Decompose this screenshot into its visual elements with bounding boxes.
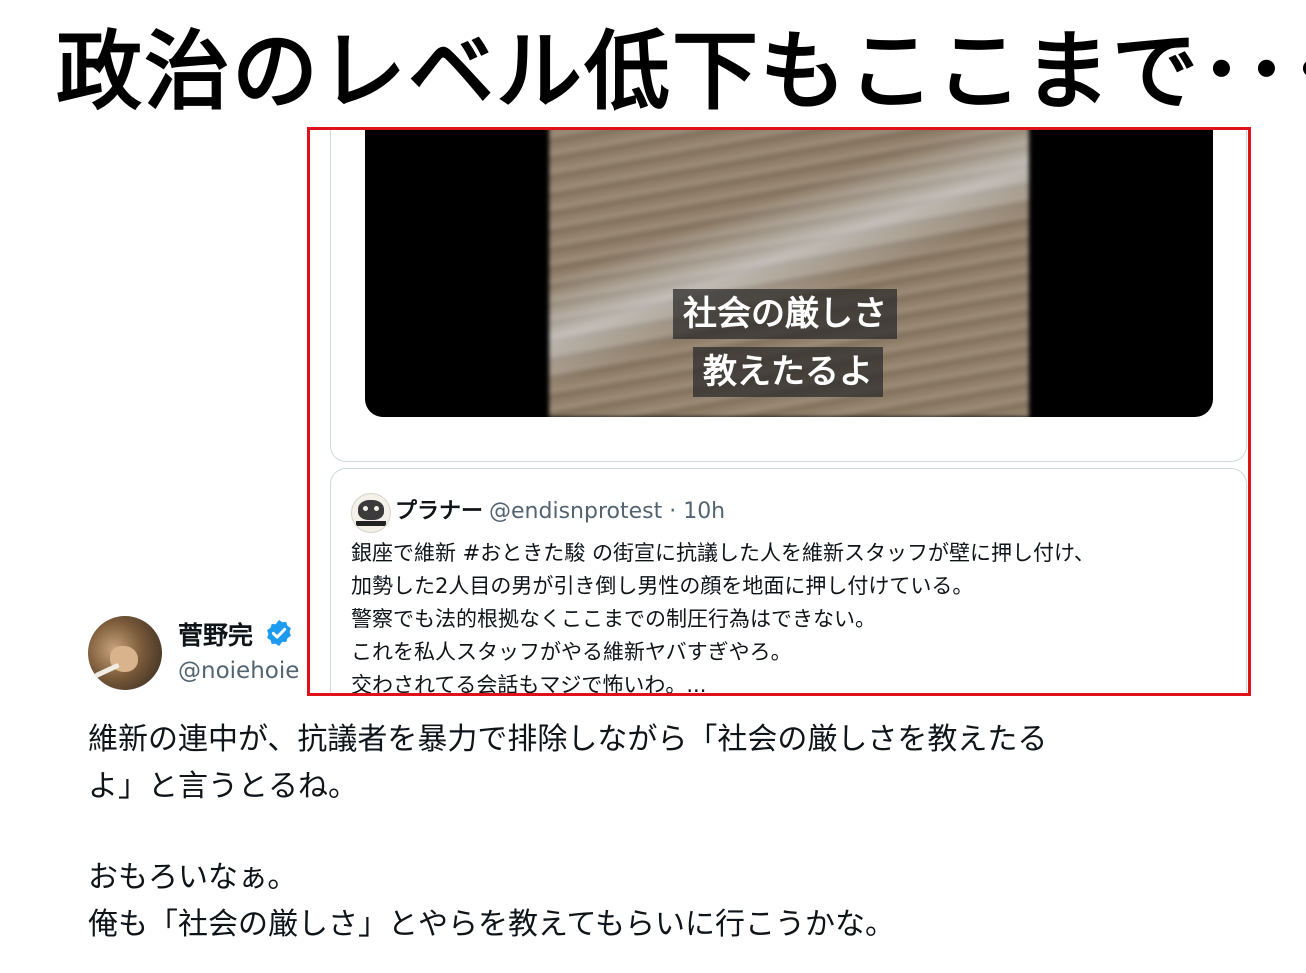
video-subtitle-line: 教えたるよ: [693, 347, 883, 397]
author-handle[interactable]: @noiehoie: [178, 658, 299, 684]
tweet-line: おもろいなぁ。: [88, 860, 298, 895]
page-headline: 政治のレベル低下もここまで･･･: [56, 22, 1306, 122]
quoted-line: 警察でも法的根拠なくここまでの制圧行為はできない。: [351, 607, 876, 631]
video-card[interactable]: 社会の厳しさ 教えたるよ: [330, 130, 1247, 462]
video-player[interactable]: 社会の厳しさ 教えたるよ: [365, 130, 1213, 417]
quoted-avatar[interactable]: [351, 493, 391, 533]
tweet-text: 維新の連中が、抗議者を暴力で排除しながら「社会の厳しさを教えたる よ」と言うとる…: [88, 716, 1188, 948]
quoted-author-name[interactable]: プラナー: [395, 499, 483, 524]
quoted-tweet-card[interactable]: プラナー @endisnprotest · 10h 銀座で維新 #おときた駿 の街…: [330, 468, 1247, 696]
quoted-author-meta[interactable]: @endisnprotest · 10h: [489, 499, 725, 524]
avatar[interactable]: [88, 616, 162, 690]
quoted-header: プラナー @endisnprotest · 10h: [395, 493, 725, 525]
quoted-text: 銀座で維新 #おときた駿 の街宣に抗議した人を維新スタッフが壁に押し付け、 加勢…: [351, 537, 1231, 696]
quoted-line: 加勢した2人目の男が引き倒し男性の顔を地面に押し付けている。: [351, 574, 974, 598]
author-name[interactable]: 菅野完: [178, 616, 253, 652]
tweet-line: 維新の連中が、抗議者を暴力で排除しながら「社会の厳しさを教えたる: [88, 722, 1048, 757]
tweet-line: 俺も「社会の厳しさ」とやらを教えてもらいに行こうかな。: [88, 907, 895, 942]
cat-eye-icon: [374, 506, 379, 511]
quoted-line: 交わされてる会話もマジで怖いわ。...: [351, 673, 707, 696]
video-subtitle-line: 社会の厳しさ: [673, 289, 897, 339]
highlight-frame: 社会の厳しさ 教えたるよ プラナー @endisnprotest · 10h 銀座…: [307, 127, 1251, 696]
verified-badge-icon: [267, 619, 291, 647]
quoted-line: これを私人スタッフがやる維新ヤバすぎやろ。: [351, 640, 792, 664]
cat-face-icon: [358, 500, 384, 520]
quoted-line: 銀座で維新 #おときた駿 の街宣に抗議した人を維新スタッフが壁に押し付け、: [351, 541, 1095, 565]
avatar-cigarette: [94, 662, 120, 679]
tweet-line: よ」と言うとるね。: [88, 769, 358, 804]
avatar-band: [356, 521, 386, 526]
cat-eye-icon: [363, 506, 368, 511]
